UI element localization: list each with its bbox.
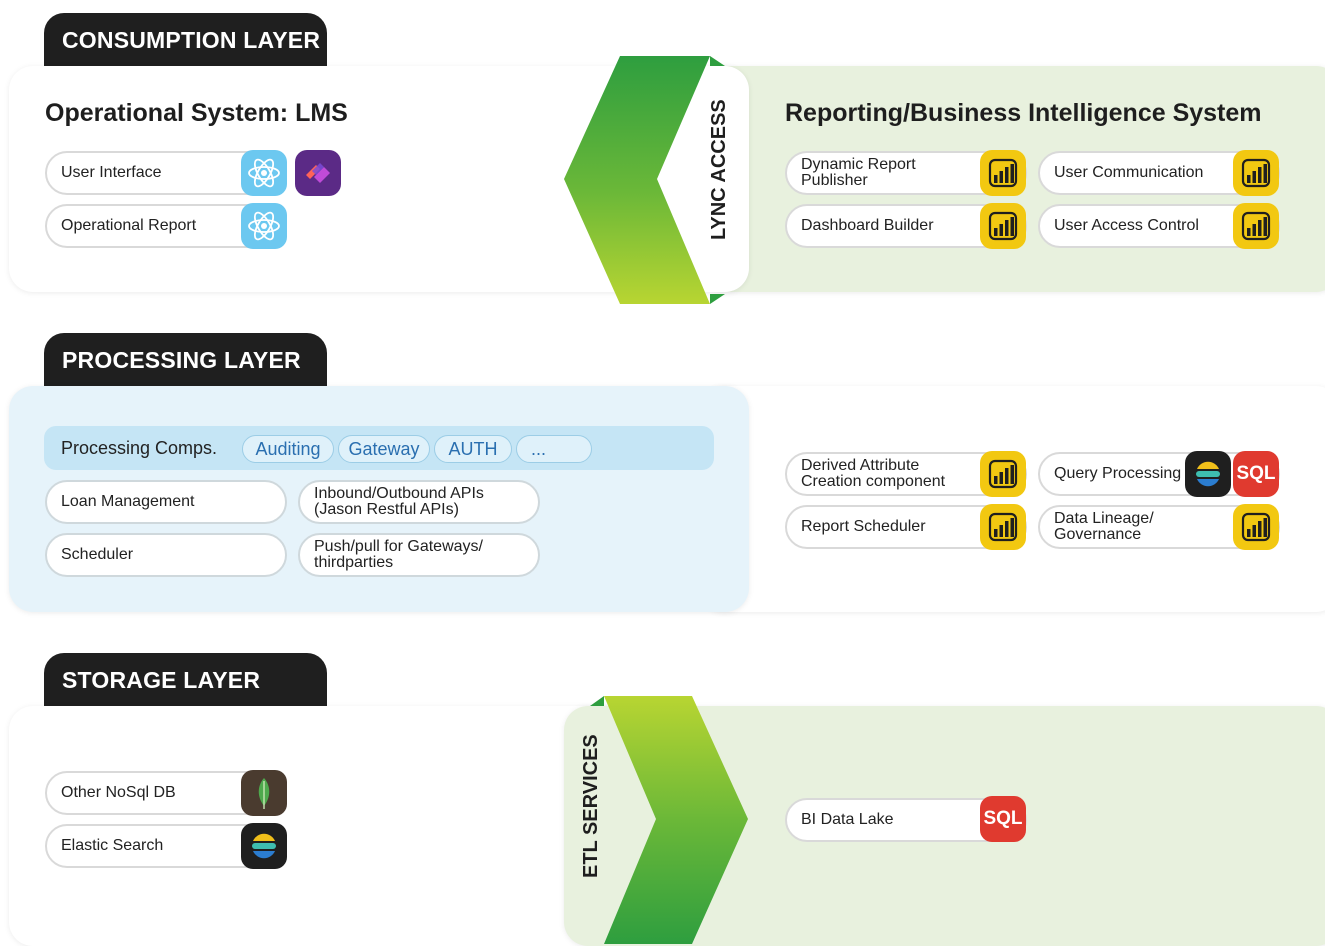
- power-bi-icon: [980, 150, 1026, 196]
- push-pull-label: Push/pull for Gateways/ thirdparties: [314, 538, 483, 571]
- processing-comps-label: Processing Comps.: [61, 438, 218, 458]
- other-nosql-label: Other NoSql DB: [61, 784, 176, 801]
- user-communication-label: User Communication: [1054, 164, 1204, 181]
- storage-layer-tab: STORAGE LAYER: [44, 653, 327, 709]
- derived-attribute-label: Derived Attribute Creation component: [801, 457, 946, 490]
- kendo-icon: [295, 150, 341, 196]
- lync-access-chevron: [564, 56, 725, 304]
- inbound-outbound-apis-item[interactable]: Inbound/Outbound APIs (Jason Restful API…: [298, 480, 540, 524]
- data-lineage-label: Data Lineage/ Governance: [1054, 510, 1154, 543]
- lync-access-label: LYNC ACCESS: [708, 99, 730, 240]
- power-bi-icon: [1233, 203, 1279, 249]
- processing-right-panel: [700, 386, 1325, 612]
- etl-services-label: ETL SERVICES: [580, 734, 602, 878]
- dynamic-report-publisher-label: Dynamic Report Publisher: [801, 156, 916, 189]
- scheduler-label: Scheduler: [61, 546, 134, 563]
- bi-data-lake-label: BI Data Lake: [801, 811, 894, 828]
- bi-system-title: Reporting/Business Intelligence System: [785, 99, 1262, 127]
- chip-auth[interactable]: AUTH: [434, 435, 512, 463]
- power-bi-icon: [980, 504, 1026, 550]
- report-scheduler-label: Report Scheduler: [801, 518, 926, 535]
- loan-management-item[interactable]: Loan Management: [45, 480, 287, 524]
- user-access-control-label: User Access Control: [1054, 217, 1199, 234]
- chip-more[interactable]: ...: [516, 435, 592, 463]
- processing-layer-tab: PROCESSING LAYER: [44, 333, 327, 389]
- dashboard-builder-label: Dashboard Builder: [801, 217, 934, 234]
- elastic-search-label: Elastic Search: [61, 837, 164, 854]
- scheduler-item[interactable]: Scheduler: [45, 533, 287, 577]
- power-bi-icon: [1233, 150, 1279, 196]
- elastic-icon: [1185, 451, 1231, 497]
- user-interface-label: User Interface: [61, 164, 162, 181]
- push-pull-item[interactable]: Push/pull for Gateways/ thirdparties: [298, 533, 540, 577]
- react-icon: [241, 150, 287, 196]
- elastic-icon: [241, 823, 287, 869]
- query-processing-label: Query Processing: [1054, 465, 1182, 482]
- power-bi-icon: [1233, 504, 1279, 550]
- power-bi-icon: [980, 203, 1026, 249]
- lms-title: Operational System: LMS: [45, 99, 348, 127]
- react-icon: [241, 203, 287, 249]
- operational-report-label: Operational Report: [61, 217, 197, 234]
- etl-services-chevron: [590, 696, 748, 944]
- inbound-outbound-apis-label: Inbound/Outbound APIs (Jason Restful API…: [314, 485, 484, 518]
- sql-icon: SQL: [980, 796, 1026, 842]
- power-bi-icon: [980, 451, 1026, 497]
- loan-management-label: Loan Management: [61, 493, 195, 510]
- consumption-layer-tab: CONSUMPTION LAYER: [44, 13, 327, 69]
- sql-icon: SQL: [1233, 451, 1279, 497]
- chip-auditing[interactable]: Auditing: [242, 435, 334, 463]
- chip-gateway[interactable]: Gateway: [338, 435, 430, 463]
- mongodb-icon: [241, 770, 287, 816]
